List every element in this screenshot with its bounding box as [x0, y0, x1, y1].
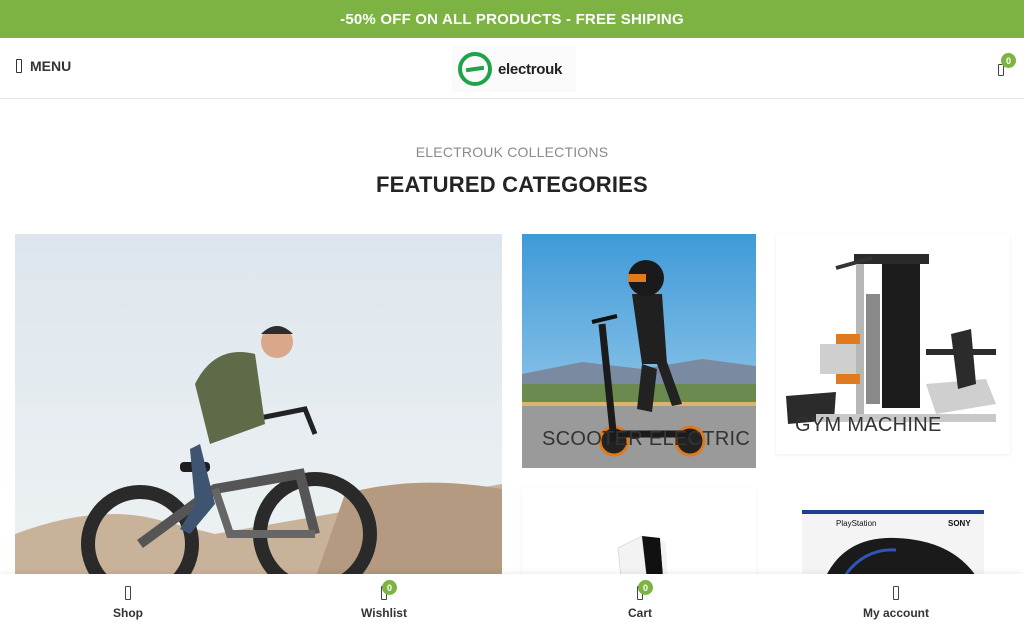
- svg-text:SONY: SONY: [948, 519, 971, 528]
- console-photo: [522, 488, 756, 588]
- section-title: FEATURED CATEGORIES: [376, 172, 648, 197]
- cart-count-badge: 0: [1001, 53, 1016, 68]
- menu-button[interactable]: MENU: [16, 58, 71, 74]
- toolbar-account-label: My account: [862, 606, 929, 620]
- site-logo[interactable]: electrouk: [452, 46, 576, 92]
- toolbar-shop[interactable]: Shop: [0, 574, 256, 629]
- promo-text: -50% OFF ON ALL PRODUCTS - FREE SHIPING: [340, 10, 684, 28]
- category-card-console[interactable]: [522, 488, 756, 588]
- category-label-gym: GYM MACHINE: [795, 414, 942, 436]
- wishlist-count-badge: 0: [382, 580, 397, 595]
- category-card-gym[interactable]: GYM MACHINE: [776, 234, 1010, 454]
- header-cart-button[interactable]: 0: [998, 53, 1016, 76]
- category-card-playstation[interactable]: PlayStation SONY: [776, 476, 1010, 586]
- category-label-scooter: SCOOTER ELECTRIC: [542, 428, 751, 450]
- user-icon: [893, 586, 899, 600]
- logo-text: electrouk: [498, 60, 562, 78]
- toolbar-cart-count-badge: 0: [638, 580, 653, 595]
- toolbar-shop-label: Shop: [113, 606, 143, 620]
- site-header: MENU electrouk 0: [0, 38, 1024, 99]
- section-eyebrow: ELECTROUK COLLECTIONS: [415, 144, 609, 160]
- menu-label: MENU: [30, 58, 72, 74]
- svg-text:PlayStation: PlayStation: [836, 519, 876, 528]
- category-card-ebike[interactable]: [15, 234, 502, 579]
- promo-banner: -50% OFF ON ALL PRODUCTS - FREE SHIPING: [0, 0, 1024, 38]
- logo-mark-icon: [458, 52, 492, 86]
- toolbar-cart-label: Cart: [627, 606, 652, 620]
- menu-icon: [16, 59, 22, 73]
- toolbar-wishlist[interactable]: 0 Wishlist: [256, 574, 512, 629]
- shop-icon: [125, 586, 131, 600]
- ebike-photo: [15, 234, 502, 579]
- category-card-scooter[interactable]: SCOOTER ELECTRIC: [522, 234, 756, 468]
- bottom-toolbar: Shop 0 Wishlist 0 Cart My account: [0, 574, 1024, 629]
- toolbar-cart[interactable]: 0 Cart: [512, 574, 768, 629]
- toolbar-account[interactable]: My account: [768, 574, 1024, 629]
- toolbar-wishlist-label: Wishlist: [361, 606, 407, 620]
- playstation-box-photo: PlayStation SONY: [776, 476, 1010, 586]
